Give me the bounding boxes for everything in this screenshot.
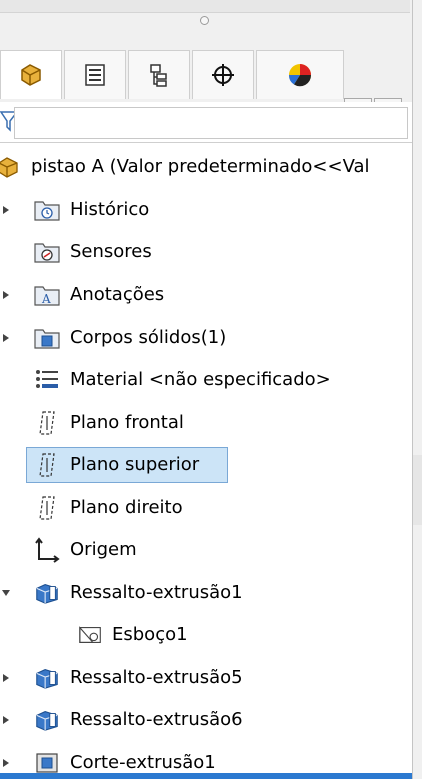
right-splitter[interactable] bbox=[412, 0, 422, 779]
tree-item-label: Esboço1 bbox=[112, 624, 188, 645]
tree-root[interactable]: pistao A (Valor predeterminado<<Val bbox=[0, 150, 412, 184]
expand-arrow-icon[interactable] bbox=[0, 672, 12, 684]
extrude-boss-icon bbox=[34, 665, 60, 691]
property-list-icon bbox=[85, 64, 105, 86]
tree-item-label: Origem bbox=[70, 539, 137, 560]
tree-item-material[interactable]: Material <não especificado> bbox=[0, 363, 412, 397]
solid-bodies-folder-icon bbox=[34, 325, 60, 351]
tree-item-label: Corpos sólidos(1) bbox=[70, 327, 227, 348]
bottom-accent-bar bbox=[0, 773, 412, 779]
display-pie-icon bbox=[288, 64, 312, 87]
toolbar-strip bbox=[0, 0, 410, 13]
tree-item-esboco1[interactable]: Esboço1 bbox=[0, 618, 412, 652]
tree-item-label: Plano frontal bbox=[70, 412, 184, 433]
expand-arrow-icon[interactable] bbox=[0, 332, 12, 344]
material-icon bbox=[34, 367, 60, 393]
tree-item-ressalto-extrusao6[interactable]: Ressalto-extrusão6 bbox=[0, 703, 412, 737]
expand-arrow-icon[interactable] bbox=[0, 204, 12, 216]
expand-arrow-icon[interactable] bbox=[0, 757, 12, 769]
crosshair-icon bbox=[212, 64, 234, 86]
display-manager-tab[interactable] bbox=[256, 50, 344, 99]
feature-tree: pistao A (Valor predeterminado<<Val Hist… bbox=[0, 142, 412, 779]
tree-item-plano-direito[interactable]: Plano direito bbox=[0, 491, 412, 525]
history-folder-icon bbox=[34, 197, 60, 223]
tree-item-ressalto-extrusao5[interactable]: Ressalto-extrusão5 bbox=[0, 661, 412, 695]
plane-icon bbox=[34, 452, 60, 478]
tree-item-sensores[interactable]: Sensores bbox=[0, 235, 412, 269]
tree-item-label: Ressalto-extrusão6 bbox=[70, 709, 243, 730]
top-toolbar bbox=[0, 0, 422, 37]
collapse-arrow-icon[interactable] bbox=[0, 587, 12, 599]
root-label: pistao A (Valor predeterminado<<Val bbox=[31, 156, 370, 177]
plane-icon bbox=[34, 410, 60, 436]
tree-item-label: Material <não especificado> bbox=[70, 369, 331, 390]
configuration-manager-tab[interactable] bbox=[128, 50, 190, 99]
plane-icon bbox=[34, 495, 60, 521]
sensor-folder-icon bbox=[34, 239, 60, 265]
tree-item-ressalto-extrusao1[interactable]: Ressalto-extrusão1 bbox=[0, 576, 412, 610]
tree-item-label: Anotações bbox=[70, 284, 165, 305]
extrude-boss-icon bbox=[34, 707, 60, 733]
tree-item-anotacoes[interactable]: A Anotações bbox=[0, 278, 412, 312]
manager-tabs: ◂ ▸ bbox=[0, 36, 422, 124]
tree-item-label: Histórico bbox=[70, 199, 150, 220]
tree-item-label: Ressalto-extrusão5 bbox=[70, 667, 243, 688]
extrude-boss-icon bbox=[34, 580, 60, 606]
tree-item-plano-frontal[interactable]: Plano frontal bbox=[0, 406, 412, 440]
dimxpert-tab[interactable] bbox=[192, 50, 254, 99]
splitter-grip[interactable] bbox=[413, 455, 422, 525]
filter-input[interactable] bbox=[14, 107, 408, 139]
tree-item-label: Sensores bbox=[70, 241, 152, 262]
tree-item-label: Ressalto-extrusão1 bbox=[70, 582, 243, 603]
splitter-handle[interactable] bbox=[200, 16, 209, 25]
tree-item-label: Plano superior bbox=[70, 454, 200, 475]
expand-arrow-icon[interactable] bbox=[0, 714, 12, 726]
feature-tree-icon bbox=[21, 64, 41, 86]
tree-item-origem[interactable]: Origem bbox=[0, 533, 412, 567]
tree-item-label: Plano direito bbox=[70, 497, 183, 518]
sketch-icon bbox=[78, 622, 104, 648]
configuration-icon bbox=[150, 64, 167, 87]
property-manager-tab[interactable] bbox=[64, 50, 126, 99]
feature-manager-tab[interactable] bbox=[0, 50, 62, 99]
part-icon bbox=[0, 154, 22, 180]
expand-arrow-icon[interactable] bbox=[0, 289, 12, 301]
tree-item-corpos-solidos[interactable]: Corpos sólidos(1) bbox=[0, 321, 412, 355]
svg-text:A: A bbox=[41, 292, 51, 306]
annotation-folder-icon: A bbox=[34, 282, 60, 308]
filter-bar bbox=[0, 102, 412, 143]
tree-item-plano-superior[interactable]: Plano superior bbox=[0, 447, 412, 483]
origin-icon bbox=[34, 537, 60, 563]
tree-item-historico[interactable]: Histórico bbox=[0, 193, 412, 227]
